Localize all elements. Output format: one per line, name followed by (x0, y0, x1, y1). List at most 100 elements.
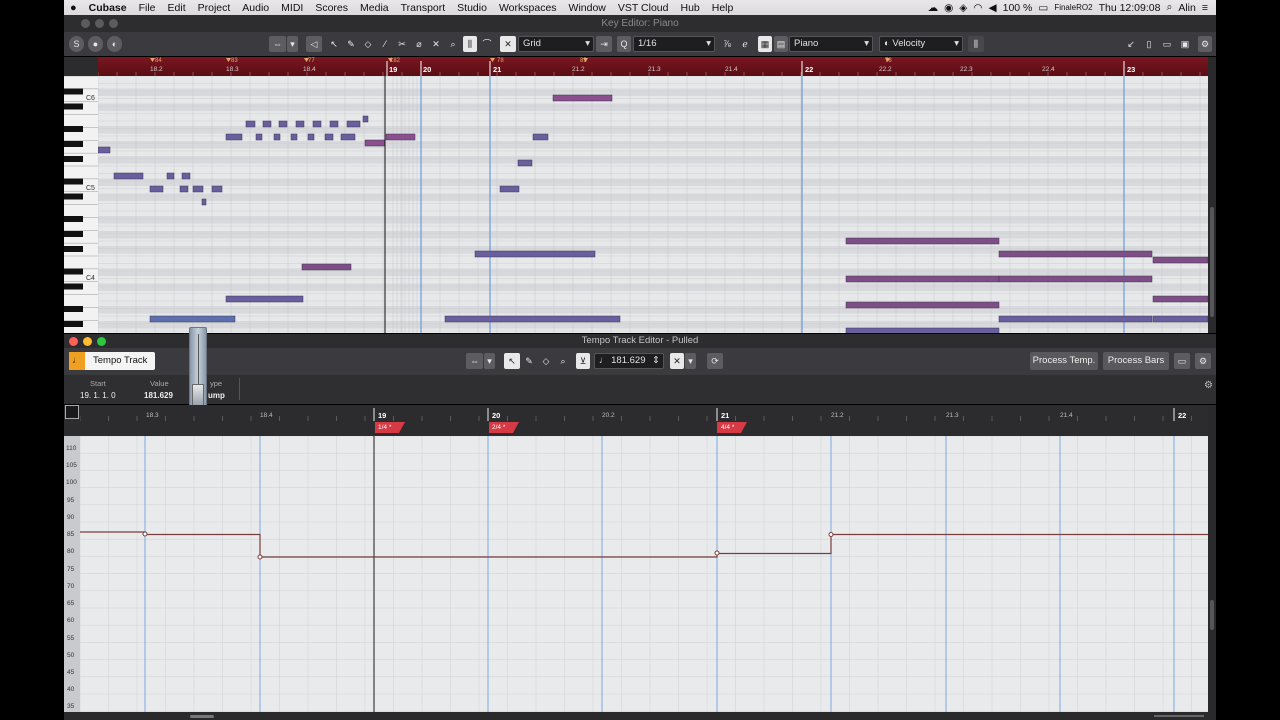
user-name[interactable]: Alin (1178, 2, 1196, 14)
eraser-icon[interactable]: ◇ (361, 36, 375, 52)
tempo-editor-hscrollbar[interactable] (64, 712, 1216, 720)
menu-help[interactable]: Help (706, 2, 740, 14)
zoom-icon[interactable]: ⌕ (556, 353, 570, 369)
controller-select[interactable]: ◐ Velocity ▾ (879, 36, 963, 52)
snap-mode-select[interactable]: Grid ▾ (518, 36, 594, 52)
zoom-slider[interactable] (1154, 715, 1204, 717)
insert-curve-icon[interactable]: ⊻ (576, 353, 590, 369)
tempo-track-chip[interactable]: ♩ Tempo Track (69, 352, 155, 370)
menu-edit[interactable]: Edit (162, 2, 192, 14)
track-icon[interactable]: ▤ (774, 36, 788, 52)
zoom-button[interactable] (109, 19, 118, 28)
menu-workspaces[interactable]: Workspaces (493, 2, 563, 14)
zoom-icon[interactable]: ⌕ (446, 36, 460, 52)
process-bars-button[interactable]: Process Bars (1103, 352, 1169, 370)
record-icon[interactable]: ● (88, 36, 103, 52)
close-button[interactable] (81, 19, 90, 28)
menu-hub[interactable]: Hub (674, 2, 705, 14)
pointer-icon[interactable]: ↖ (327, 36, 341, 52)
menu-scores[interactable]: Scores (309, 2, 354, 14)
key-editor-ruler[interactable]: 84 83 77 182 78 83 78 18.2 18.3 18.4 19 … (98, 57, 1208, 76)
settings-icon[interactable]: ⚙ (1195, 353, 1211, 369)
menu-audio[interactable]: Audio (236, 2, 275, 14)
minimize-button[interactable] (95, 19, 104, 28)
minimize-button[interactable] (83, 337, 92, 346)
panel-bottom-icon[interactable]: ▭ (1160, 36, 1174, 52)
piano-keyboard[interactable]: C6 C5 C4 (64, 76, 98, 333)
apple-icon[interactable]: ● (64, 2, 83, 14)
solo-icon[interactable]: S (69, 36, 84, 52)
track-select[interactable]: Piano ▾ (789, 36, 873, 52)
mute-icon[interactable]: ◁ (306, 36, 322, 52)
chevron-down-icon[interactable]: ▾ (685, 353, 696, 369)
expand-icon[interactable]: ↙ (1124, 36, 1138, 52)
window-layout-icon[interactable]: ▭ (1174, 353, 1190, 369)
layout-icon[interactable]: ▦ (758, 36, 772, 52)
process-tempo-button[interactable]: Process Temp. (1030, 352, 1098, 370)
menu-app[interactable]: Cubase (83, 2, 133, 14)
note-grid[interactable] (98, 76, 1208, 333)
tempo-point[interactable] (828, 532, 834, 537)
tempo-grid[interactable] (80, 436, 1210, 712)
scissors-icon[interactable]: ✂ (395, 36, 409, 52)
controller-options-icon[interactable]: ⫼ (968, 36, 984, 52)
menu-vst-cloud[interactable]: VST Cloud (612, 2, 675, 14)
quantize-select[interactable]: 1/16 ▾ (633, 36, 715, 52)
fader-handle[interactable] (192, 384, 204, 406)
spotlight-icon[interactable]: ⌕ (1166, 1, 1172, 14)
trim-icon[interactable]: ⁄ (378, 36, 392, 52)
quantize-icon[interactable]: Q (617, 36, 631, 52)
info-tempo-value[interactable]: 181.629 (144, 391, 173, 400)
scroll-thumb[interactable] (1210, 207, 1214, 317)
tempo-value-field[interactable]: ♩ 181.629 ⇕ (594, 353, 664, 369)
tempo-point[interactable] (257, 554, 263, 560)
scroll-thumb[interactable] (1210, 600, 1214, 630)
snap-settings-icon[interactable]: ⇥ (596, 36, 612, 52)
network-icon[interactable]: ◈ (959, 2, 967, 14)
tempo-editor-scrollbar[interactable] (1208, 405, 1216, 712)
tool-object-selection-icon[interactable]: ⇔ (466, 353, 483, 369)
menu-transport[interactable]: Transport (395, 2, 452, 14)
tempo-curve[interactable] (80, 531, 1210, 558)
panel-left-icon[interactable]: ▯ (1142, 36, 1156, 52)
info-start-value[interactable]: 19. 1. 1. 0 (80, 391, 116, 400)
menu-studio[interactable]: Studio (451, 2, 493, 14)
mute-tool-icon[interactable]: ✕ (429, 36, 443, 52)
pencil-icon[interactable]: ✎ (522, 353, 536, 369)
loop-icon[interactable]: ⟳ (707, 353, 723, 369)
chevron-down-icon[interactable]: ▾ (484, 353, 495, 369)
settings-icon[interactable]: ⚙ (1204, 380, 1213, 391)
panel-right-icon[interactable]: ▣ (1178, 36, 1192, 52)
status-icon[interactable]: ◉ (944, 2, 953, 14)
line-tool-icon[interactable]: ⫼ (463, 36, 477, 52)
menu-midi[interactable]: MIDI (275, 2, 309, 14)
notification-icon[interactable]: ≡ (1202, 2, 1208, 14)
menu-media[interactable]: Media (354, 2, 395, 14)
snap-icon[interactable]: ✕ (500, 36, 516, 52)
acoustic-feedback-icon[interactable]: ◐ (107, 36, 122, 52)
menu-file[interactable]: File (133, 2, 162, 14)
curve-icon[interactable]: ⌒ (480, 36, 494, 52)
volume-icon[interactable]: ◀ (989, 2, 997, 14)
tempo-point[interactable] (714, 550, 720, 556)
settings-icon[interactable]: ⚙ (1198, 36, 1212, 52)
close-button[interactable] (69, 337, 78, 346)
eraser-icon[interactable]: ◇ (539, 353, 553, 369)
zoom-button[interactable] (97, 337, 106, 346)
key-editor-scrollbar[interactable] (1208, 57, 1216, 333)
ruler-toggle[interactable] (65, 405, 79, 419)
chevron-down-icon[interactable]: ▾ (287, 36, 298, 52)
battery-icon[interactable]: ▭ (1038, 2, 1048, 14)
glue-icon[interactable]: ⌀ (412, 36, 426, 52)
menu-project[interactable]: Project (192, 2, 237, 14)
wifi-icon[interactable]: ◠ (973, 2, 982, 14)
menu-window[interactable]: Window (563, 2, 612, 14)
quantize-apply-icon[interactable]: ℯ (738, 36, 752, 52)
snap-icon[interactable]: ✕ (670, 353, 684, 369)
pointer-icon[interactable]: ↖ (504, 353, 520, 369)
pencil-icon[interactable]: ✎ (344, 36, 358, 52)
info-type-value[interactable]: ump (208, 391, 225, 400)
cloud-icon[interactable]: ☁ (928, 2, 939, 14)
quantize-mode-icon[interactable]: ⅞ (720, 36, 734, 52)
tempo-ruler[interactable]: 18.3 18.4 19 20 20.2 21 21.2 21.3 21.4 2… (80, 405, 1210, 436)
